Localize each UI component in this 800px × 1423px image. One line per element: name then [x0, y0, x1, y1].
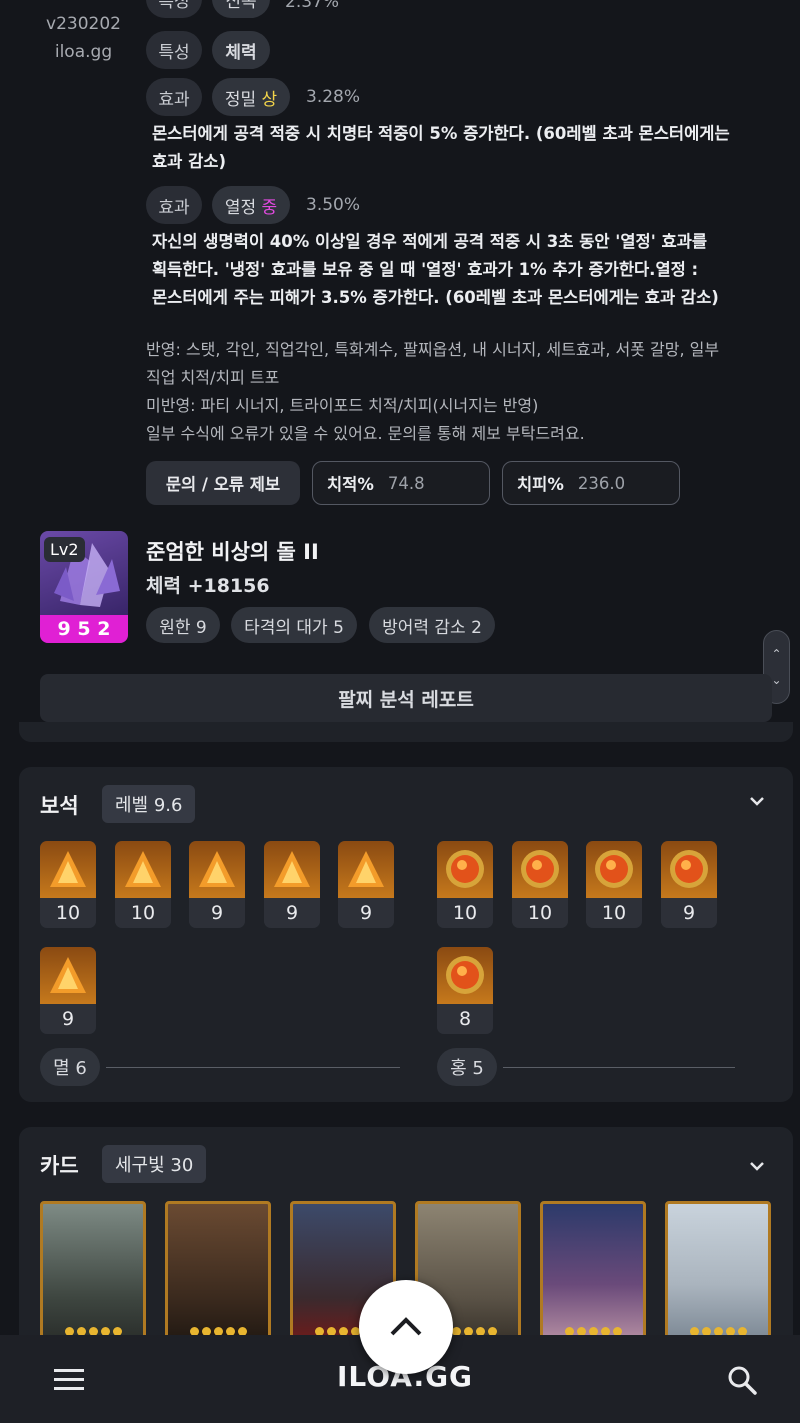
stone-icon[interactable]: Lv2 9 5 2 [40, 531, 128, 643]
effect-label-chip: 효과 [146, 78, 202, 116]
stone-engraving-chip: 원한 9 [146, 607, 220, 643]
report-error-button[interactable]: 문의 / 오류 제보 [146, 461, 300, 505]
chevron-up-icon[interactable]: ⌃ [771, 647, 781, 661]
gem-flame[interactable]: 10 [512, 841, 568, 928]
trait-chip-cut: 특성 [146, 0, 202, 18]
cards-title: 카드 [40, 1154, 79, 1178]
trait-value-chip-cut: 신속 [212, 0, 270, 18]
gem-flame[interactable]: 8 [437, 947, 493, 1034]
site-label: iloa.gg [54, 42, 113, 62]
bracelet-report-button[interactable]: 팔찌 분석 레포트 [40, 674, 772, 722]
gem-flame[interactable]: 10 [437, 841, 493, 928]
gem-summary-flame: 홍 5 [437, 1048, 497, 1086]
gem-doom[interactable]: 9 [40, 947, 96, 1034]
effect-name-chip: 열정 중 [212, 186, 290, 224]
crit-rate-field[interactable]: 치적% 74.8 [312, 461, 490, 505]
effect-description: 자신의 생명력이 40% 이상일 경우 적에게 공격 적중 시 3초 동안 '열… [152, 232, 719, 307]
effect-grade: 상 [261, 89, 278, 110]
stone-score: 9 5 2 [40, 615, 128, 643]
stone-level-badge: Lv2 [44, 537, 85, 562]
effect-label-chip: 효과 [146, 186, 202, 224]
search-icon[interactable] [726, 1364, 758, 1396]
effect-grade: 중 [261, 197, 278, 218]
stone-engraving-chip: 방어력 감소 2 [369, 607, 495, 643]
effect-pct: 3.28% [306, 87, 361, 107]
menu-icon[interactable] [52, 1366, 86, 1392]
card-thumbnail[interactable] [165, 1201, 271, 1341]
effect-name-chip: 정밀 상 [212, 78, 290, 116]
card-thumbnail[interactable] [540, 1201, 646, 1341]
stone-engraving-chip: 타격의 대가 5 [231, 607, 357, 643]
chevron-down-icon[interactable]: ⌄ [771, 673, 781, 687]
divider [503, 1067, 735, 1068]
gem-summary-doom: 멸 6 [40, 1048, 100, 1086]
gem-doom[interactable]: 10 [40, 841, 96, 928]
stone-name: 준엄한 비상의 돌 II [146, 540, 319, 564]
trait-value-chip: 체력 [212, 31, 270, 69]
gem-doom[interactable]: 10 [115, 841, 171, 928]
trait-pct-cut: 2.37% [285, 0, 340, 12]
gems-level-badge: 레벨 9.6 [102, 785, 196, 823]
card-thumbnail[interactable] [40, 1201, 146, 1341]
gem-flame[interactable]: 10 [586, 841, 642, 928]
chevron-up-icon [390, 1317, 422, 1336]
trait-label-chip: 특성 [146, 31, 202, 69]
version-label: v230202 [46, 14, 121, 34]
gems-title: 보석 [40, 794, 79, 818]
gem-flame[interactable]: 9 [661, 841, 717, 928]
reflection-notes: 반영: 스탯, 각인, 직업각인, 특화계수, 팔찌옵션, 내 시너지, 세트효… [146, 340, 720, 443]
card-bottom-edge [19, 722, 793, 742]
card-thumbnail[interactable] [665, 1201, 771, 1341]
divider [106, 1067, 400, 1068]
gem-doom[interactable]: 9 [264, 841, 320, 928]
cards-set-badge: 세구빛 30 [102, 1145, 207, 1183]
gems-expand-chevron-icon[interactable] [746, 790, 768, 812]
gem-doom[interactable]: 9 [338, 841, 394, 928]
cards-expand-chevron-icon[interactable] [746, 1155, 768, 1177]
gem-doom[interactable]: 9 [189, 841, 245, 928]
effect-pct: 3.50% [306, 195, 361, 215]
effect-description: 몬스터에게 공격 적중 시 치명타 적중이 5% 증가한다. (60레벨 초과 … [152, 124, 730, 171]
stone-stat: 체력 +18156 [146, 575, 270, 597]
crit-damage-field[interactable]: 치피% 236.0 [502, 461, 680, 505]
scroll-to-top-button[interactable] [359, 1280, 453, 1374]
sidebar-cut-text: ------ [40, 0, 135, 6]
